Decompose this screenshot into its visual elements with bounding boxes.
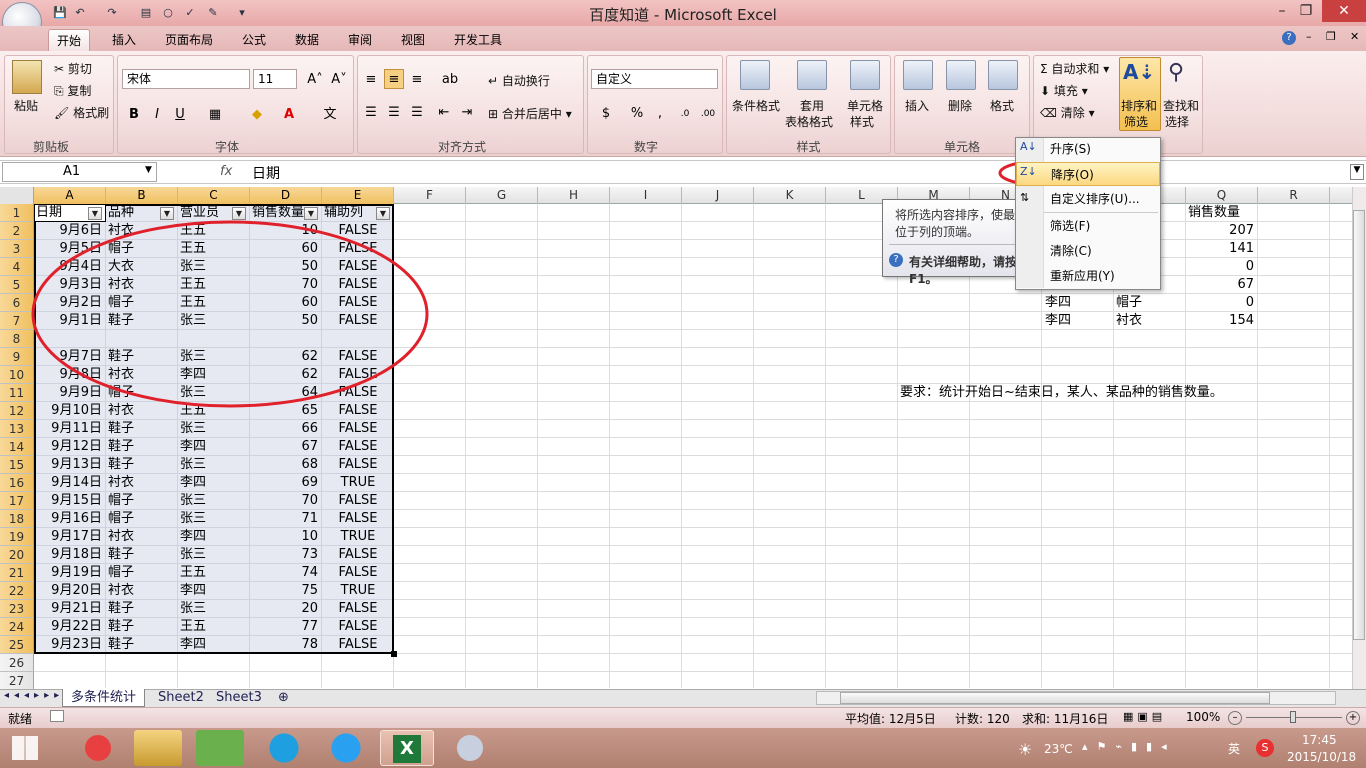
vertical-scroll-thumb[interactable] [1353,210,1365,640]
sort-asc-icon: A↓ [1020,140,1037,153]
status-ready: 就绪 [8,712,33,726]
excel-logo-icon: X [393,735,421,763]
sogou-tray-icon[interactable]: S [1256,739,1274,757]
macro-record-icon[interactable] [50,710,64,722]
menu-item-clear[interactable]: 清除(C) [1016,239,1160,263]
status-count: 计数: 120 [955,712,1010,726]
horizontal-scroll-thumb[interactable] [840,692,1270,704]
tooltip-text2: 位于列的顶端。 [895,225,980,239]
custom-sort-icon: ⇅ [1020,191,1030,204]
menu-item-reapply[interactable]: 重新应用(Y) [1016,264,1160,288]
weather-icon: ☀ [1018,740,1033,759]
sogou-icon[interactable] [320,730,372,766]
view-mode-icons[interactable]: ▦▣▤ [1123,710,1166,723]
status-average: 平均值: 12月5日 [845,712,936,726]
sheet-tab-3[interactable]: Sheet3 [208,689,270,707]
zoom-slider-thumb[interactable] [1290,711,1296,723]
sort-desc-icon: Z↓ [1020,165,1037,178]
menu-item-sort-desc[interactable]: 降序(O) [1016,162,1160,186]
zoom-level[interactable]: 100% [1186,710,1220,724]
tooltip-help-icon: ? [889,253,903,267]
annotation-ellipse-data [31,220,429,408]
temperature: 23℃ [1044,742,1073,756]
zoom-in-icon[interactable]: + [1346,711,1360,725]
iqiyi-icon[interactable] [196,730,244,766]
clock-time: 17:45 [1302,733,1337,747]
windows-start-icon[interactable] [12,736,38,760]
sheet-tab-2[interactable]: Sheet2 [150,689,212,707]
file-explorer-icon[interactable] [134,730,182,766]
menu-item-sort-asc[interactable]: 升序(S) [1016,137,1160,161]
menu-separator [1044,212,1158,213]
status-sum: 求和: 11月16日 [1022,712,1109,726]
menu-item-custom-sort[interactable]: 自定义排序(U)... [1016,187,1160,211]
app-red-icon[interactable] [72,730,124,766]
sheet-nav-icons[interactable]: ◂◂◂▸▸▸ [4,690,64,701]
sheet-tab-1[interactable]: 多条件统计 [62,689,146,707]
ime-indicator[interactable]: 英 [1228,740,1240,757]
clock-date: 2015/10/18 [1287,750,1357,764]
annotation-overlay [31,158,1366,408]
paint-icon[interactable] [444,730,496,766]
zoom-out-icon[interactable]: – [1228,711,1242,725]
excel-taskbar-icon[interactable]: X [380,730,434,766]
tray-icons[interactable]: ▴⚑⌁▮▮◂ [1082,740,1176,753]
menu-item-filter[interactable]: 筛选(F) [1016,214,1160,238]
skype-icon[interactable] [258,730,310,766]
insert-sheet-icon[interactable]: ⊕ [270,689,297,707]
